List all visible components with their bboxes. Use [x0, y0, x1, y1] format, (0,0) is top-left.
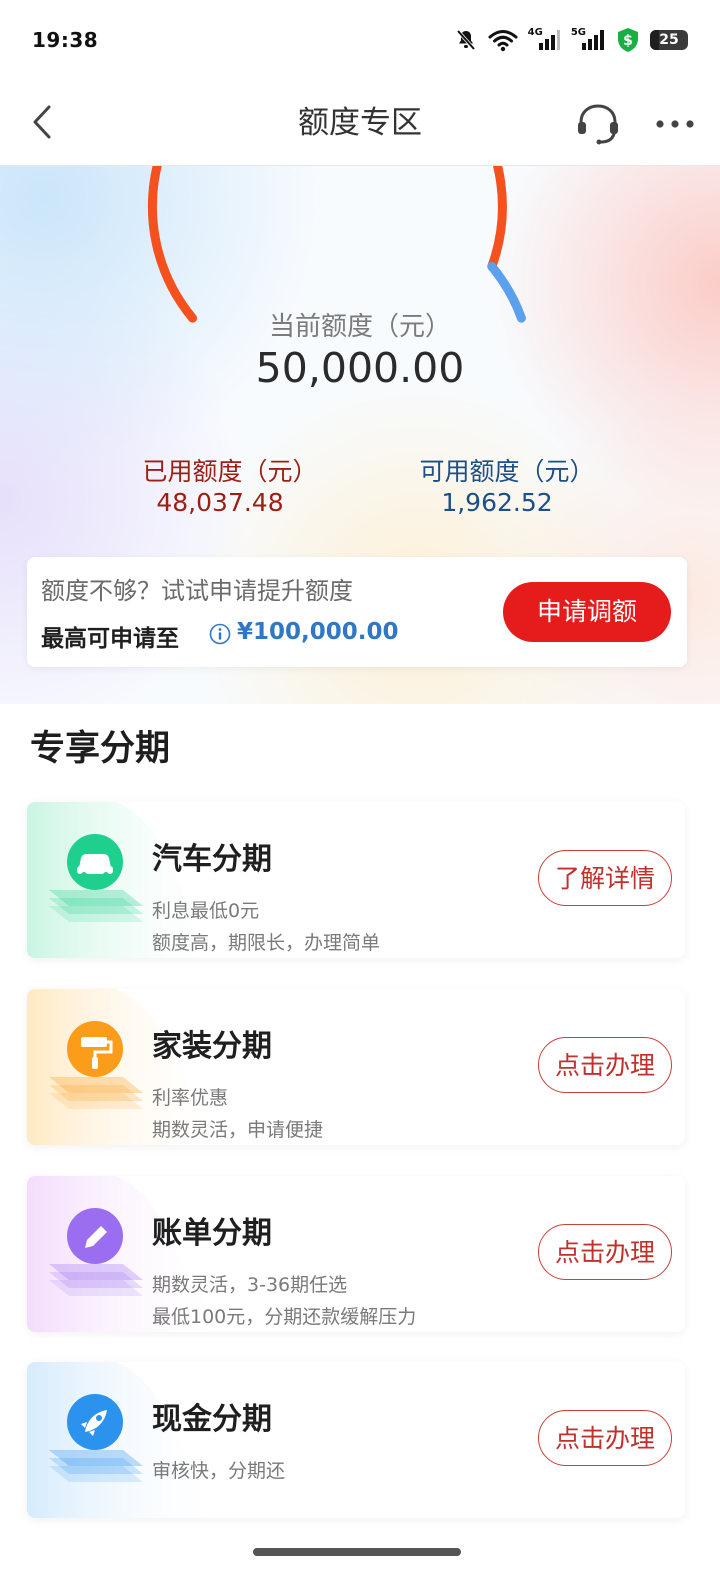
headset-icon: [578, 104, 618, 145]
gauge-used-arc: [147, 166, 507, 323]
card-title: 家装分期: [152, 1029, 272, 1064]
battery-level: 25: [659, 32, 679, 48]
limit-increase-card: 额度不够？试试申请提升额度 最高可申请至 ¥100,000.00 申请调额: [27, 557, 687, 667]
status-bar: 19:38 4G 5G $ 25: [0, 0, 720, 80]
signal-5g-icon: 5G: [570, 26, 606, 51]
pencil-icon: [35, 1198, 155, 1308]
card-cash-installment[interactable]: 现金分期 审核快，分期还 点击办理: [27, 1362, 685, 1518]
mute-icon: [454, 28, 478, 52]
signal-4g-icon: 4G: [527, 26, 561, 51]
battery-icon: 25: [650, 30, 688, 50]
apply-limit-increase-button[interactable]: 申请调额: [503, 582, 671, 642]
card-desc-1: 利息最低0元: [152, 900, 260, 922]
available-quota-value: 1,962.52: [441, 488, 553, 517]
card-desc-2: 最低100元，分期还款缓解压力: [152, 1306, 417, 1328]
card-title: 汽车分期: [152, 842, 272, 877]
more-icon: [656, 120, 694, 128]
max-limit-value: ¥100,000.00: [237, 619, 399, 645]
nav-bar: 额度专区: [0, 80, 720, 166]
card-car-installment[interactable]: 汽车分期 利息最低0元 额度高，期限长，办理简单 了解详情: [27, 802, 685, 958]
status-time: 19:38: [32, 28, 99, 52]
car-icon: [35, 824, 155, 934]
card-title: 现金分期: [152, 1402, 272, 1437]
card-desc-1: 期数灵活，3-36期任选: [152, 1274, 348, 1296]
card-desc-1: 审核快，分期还: [152, 1460, 286, 1482]
rocket-icon: [35, 1384, 155, 1494]
net-5g-label: 5G: [570, 26, 586, 38]
used-quota-label: 已用额度（元）: [142, 457, 318, 486]
info-icon[interactable]: [209, 623, 231, 649]
paint-roller-icon: [35, 1011, 155, 1121]
section-title: 专享分期: [30, 729, 171, 769]
wifi-icon: [488, 28, 518, 52]
security-shield-icon: $: [616, 27, 640, 53]
card-desc-2: 额度高，期限长，办理简单: [152, 932, 381, 954]
card-desc-1: 利率优惠: [152, 1087, 229, 1109]
apply-now-button[interactable]: 点击办理: [538, 1224, 672, 1280]
current-quota-value: 50,000.00: [255, 344, 465, 392]
home-indicator[interactable]: [253, 1548, 461, 1556]
available-quota-label: 可用额度（元）: [419, 457, 595, 486]
card-home-decor-installment[interactable]: 家装分期 利率优惠 期数灵活，申请便捷 点击办理: [27, 989, 685, 1145]
limit-hint-text: 额度不够？试试申请提升额度: [41, 577, 353, 605]
net-4g-label: 4G: [527, 26, 543, 38]
card-bill-installment[interactable]: 账单分期 期数灵活，3-36期任选 最低100元，分期还款缓解压力 点击办理: [27, 1176, 685, 1332]
more-button[interactable]: [648, 102, 702, 146]
svg-text:$: $: [623, 33, 633, 49]
quota-panel: 当前额度（元） 50,000.00 已用额度（元） 48,037.48 可用额度…: [0, 166, 720, 704]
current-quota-label: 当前额度（元）: [268, 312, 451, 342]
max-limit-label: 最高可申请至: [41, 626, 179, 652]
card-desc-2: 期数灵活，申请便捷: [152, 1119, 324, 1141]
apply-now-button[interactable]: 点击办理: [538, 1410, 672, 1466]
used-quota-value: 48,037.48: [156, 488, 284, 517]
learn-more-button[interactable]: 了解详情: [538, 850, 672, 906]
status-icons: 4G 5G $ 25: [454, 27, 688, 53]
apply-now-button[interactable]: 点击办理: [538, 1037, 672, 1093]
customer-service-button[interactable]: [572, 100, 624, 148]
card-title: 账单分期: [152, 1216, 272, 1251]
